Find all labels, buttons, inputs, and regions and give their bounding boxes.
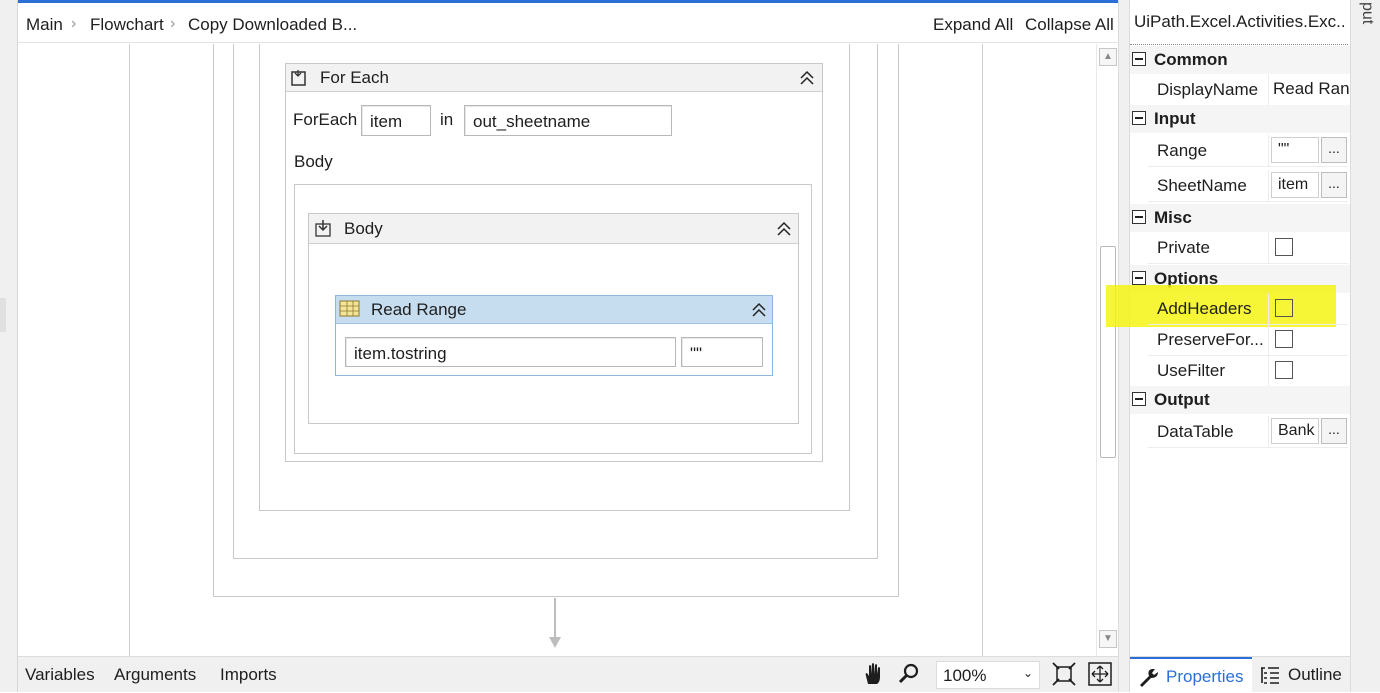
left-strip-marker (0, 298, 6, 332)
property-label: Private (1157, 238, 1210, 257)
collapse-minus-icon[interactable] (1132, 271, 1146, 285)
left-panel-strip (0, 0, 18, 692)
outline-tab[interactable]: Outline (1254, 657, 1348, 693)
sequence-header[interactable]: Body (309, 214, 798, 244)
properties-panel: UiPath.Excel.Activities.Exc... Common Di… (1130, 0, 1350, 656)
properties-tab[interactable]: Properties (1130, 657, 1252, 693)
properties-activity-type: UiPath.Excel.Activities.Exc... (1134, 12, 1344, 31)
foreach-title: For Each (320, 68, 389, 87)
in-label: in (440, 110, 454, 129)
connector-arrow-icon (549, 637, 561, 648)
breadcrumb-bar: Main › Flowchart › Copy Downloaded B... … (18, 3, 1118, 43)
breadcrumb-separator: › (71, 15, 77, 32)
scroll-thumb[interactable] (1100, 246, 1116, 458)
designer-bottom-bar: Variables Arguments Imports 100% ⌄ (18, 656, 1118, 692)
excel-range-icon (339, 300, 360, 317)
category-label: Input (1154, 109, 1196, 128)
range-expression-button[interactable]: ... (1321, 137, 1347, 163)
category-label: Common (1154, 50, 1228, 69)
breadcrumb-main[interactable]: Main (26, 15, 63, 35)
foreach-collection-input[interactable]: out_sheetname (464, 105, 672, 136)
property-private: Private (1148, 232, 1348, 264)
sheetname-expression-button[interactable]: ... (1321, 172, 1347, 198)
property-value-cell: ""... (1268, 135, 1348, 166)
pan-hand-icon[interactable] (862, 662, 884, 686)
chevron-down-icon: ⌄ (1023, 666, 1034, 680)
property-sheetname: SheetName item... (1148, 170, 1348, 202)
fit-to-screen-icon[interactable] (1052, 662, 1076, 686)
property-range: Range ""... (1148, 135, 1348, 167)
designer-canvas[interactable]: For Each ForEach item in out_sheetname B… (18, 44, 1096, 656)
property-label: SheetName (1157, 176, 1247, 195)
collapse-minus-icon[interactable] (1132, 111, 1146, 125)
property-value-cell: item... (1268, 170, 1348, 201)
scroll-up-button[interactable]: ▲ (1099, 48, 1117, 66)
panel-splitter[interactable] (1118, 0, 1130, 692)
vertical-panel-tab[interactable]: put (1358, 2, 1376, 24)
property-value-cell (1268, 232, 1348, 263)
properties-divider (1130, 44, 1348, 45)
read-range-sheet-input[interactable]: item.tostring (345, 337, 676, 367)
imports-tab[interactable]: Imports (220, 665, 277, 685)
canvas-vertical-scrollbar[interactable]: ▲ ▼ (1096, 44, 1118, 656)
sequence-activity[interactable]: Body Read Range item.tostring "" (308, 213, 799, 424)
zoom-select[interactable]: 100% ⌄ (936, 661, 1040, 689)
body-label: Body (294, 152, 333, 171)
category-label: Misc (1154, 208, 1192, 227)
body-drop-area: Body Read Range item.tostring "" (294, 184, 812, 454)
right-edge-panel (1350, 0, 1380, 692)
overview-map-icon[interactable] (1088, 662, 1112, 686)
variables-tab[interactable]: Variables (25, 665, 95, 685)
property-label: DisplayName (1157, 80, 1259, 99)
highlight-marker (1106, 285, 1336, 327)
foreach-header[interactable]: For Each (286, 64, 822, 92)
zoom-search-icon[interactable] (898, 662, 920, 684)
category-misc[interactable]: Misc (1130, 204, 1350, 232)
wrench-icon (1140, 669, 1158, 687)
breadcrumb-flowchart[interactable]: Flowchart (90, 15, 164, 35)
category-common[interactable]: Common (1130, 46, 1350, 74)
read-range-title: Read Range (371, 300, 467, 319)
properties-tab-bar: Properties Outline (1130, 656, 1350, 693)
collapse-chevron-icon[interactable] (776, 221, 792, 237)
foreach-item-input[interactable]: item (361, 105, 431, 136)
zoom-value: 100% (943, 666, 987, 685)
collapse-minus-icon[interactable] (1132, 52, 1146, 66)
collapse-chevron-icon[interactable] (751, 302, 767, 318)
sequence-title: Body (344, 219, 383, 238)
property-value-cell[interactable]: Read Range (1268, 74, 1349, 105)
outline-list-icon (1261, 667, 1279, 684)
property-label: Range (1157, 141, 1208, 160)
scroll-down-button[interactable]: ▼ (1099, 630, 1117, 648)
flowchart-border-left (129, 44, 130, 656)
outline-tab-label: Outline (1288, 665, 1342, 684)
displayname-value[interactable]: Read Range (1273, 79, 1349, 99)
foreach-activity[interactable]: For Each ForEach item in out_sheetname B… (285, 63, 823, 462)
collapse-chevron-icon[interactable] (799, 70, 815, 86)
private-checkbox[interactable] (1275, 238, 1293, 256)
read-range-activity[interactable]: Read Range item.tostring "" (335, 295, 773, 376)
category-input[interactable]: Input (1130, 105, 1350, 133)
sequence-icon (315, 220, 331, 237)
foreach-label: ForEach (293, 110, 358, 129)
breadcrumb-current[interactable]: Copy Downloaded B... (188, 15, 357, 35)
property-displayname: DisplayName Read Range (1148, 74, 1349, 106)
properties-tab-label: Properties (1166, 667, 1244, 686)
flowchart-border-right (982, 44, 983, 656)
breadcrumb-separator: › (170, 15, 176, 32)
range-value-input[interactable]: "" (1271, 137, 1319, 163)
collapse-minus-icon[interactable] (1132, 210, 1146, 224)
sheetname-value-input[interactable]: item (1271, 172, 1319, 198)
arguments-tab[interactable]: Arguments (114, 665, 196, 685)
expand-all-button[interactable]: Expand All (933, 15, 1013, 35)
collapse-all-button[interactable]: Collapse All (1025, 15, 1114, 35)
foreach-icon (291, 70, 306, 86)
read-range-header[interactable]: Read Range (336, 296, 772, 324)
read-range-range-input[interactable]: "" (681, 337, 763, 367)
